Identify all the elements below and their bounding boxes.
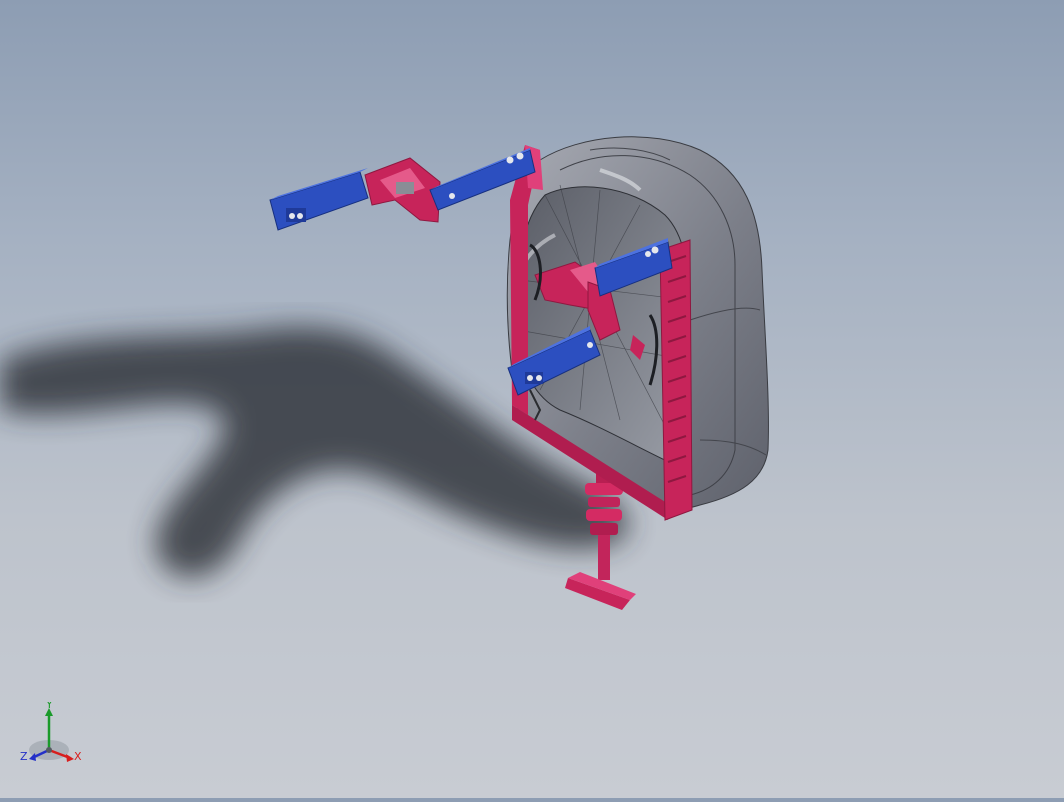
- upper-arm[interactable]: [269, 148, 536, 231]
- coordinate-triad[interactable]: Y X Z: [18, 698, 88, 772]
- triad-origin: [46, 747, 52, 753]
- y-axis-label: Y: [45, 702, 53, 711]
- model-canvas[interactable]: [0, 0, 1064, 798]
- x-axis-label: X: [74, 750, 82, 763]
- 3d-viewport[interactable]: Y X Z: [0, 0, 1064, 798]
- triad-graphic: Y X Z: [20, 698, 82, 763]
- helmet-shell[interactable]: [506, 136, 769, 513]
- x-axis-arrow: [66, 754, 74, 762]
- z-axis-label: Z: [20, 750, 28, 763]
